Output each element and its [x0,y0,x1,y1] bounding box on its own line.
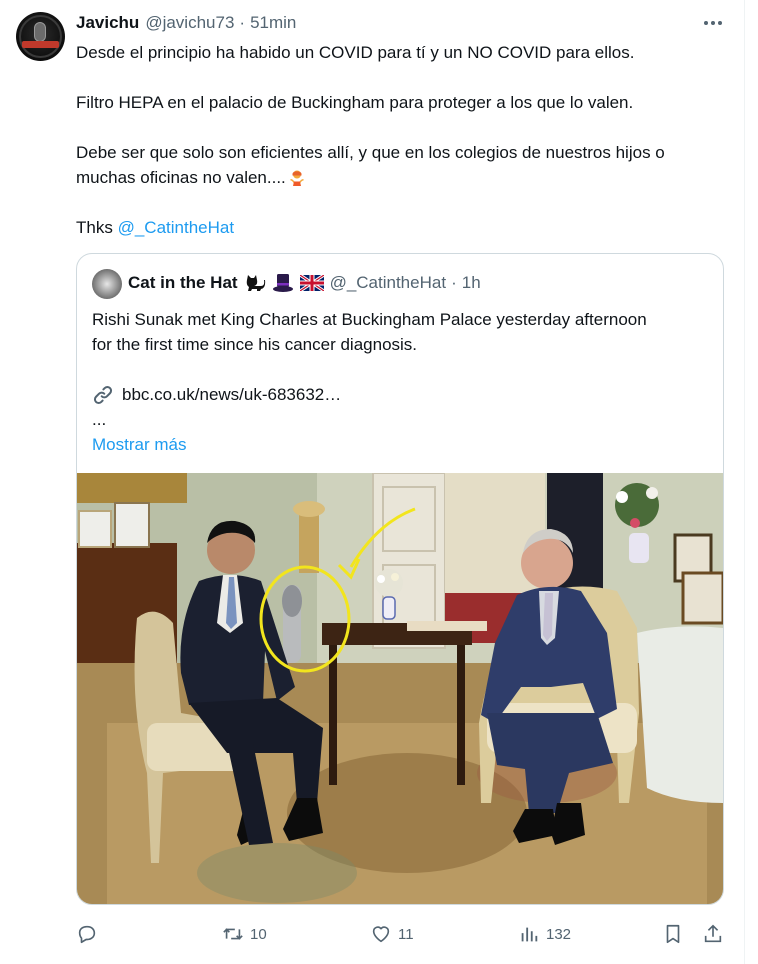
retweet-icon [223,928,243,940]
quote-line: for the first time since his cancer diag… [92,335,418,354]
quoted-tweet[interactable]: Cat in the Hat @_CatintheHat · 1h Rishi … [76,253,724,905]
tweet-header: Javichu @javichu73 · 51min [76,12,296,34]
quote-author-name[interactable]: Cat in the Hat [128,273,238,293]
views-button[interactable]: 132 [518,920,571,948]
timestamp[interactable]: 51min [250,13,296,33]
like-button[interactable]: 11 [370,920,414,948]
mention-link[interactable]: @_CatintheHat [118,218,235,237]
tweet-line: Desde el principio ha habido un COVID pa… [76,43,635,62]
author-name[interactable]: Javichu [76,13,139,33]
share-button[interactable] [702,920,724,948]
tweet-line: Filtro HEPA en el palacio de Buckingham … [76,93,634,112]
tweet[interactable]: Javichu @javichu73 · 51min Desde el prin… [0,0,744,964]
tweet-actions: 10 11 132 [76,920,726,948]
palace-meeting-photo [77,473,723,904]
retweet-count: 10 [250,925,267,943]
tweet-thanks: Thks @_CatintheHat [76,215,726,240]
reply-button[interactable] [76,920,104,948]
separator: · [451,273,457,292]
avatar[interactable] [16,12,65,61]
heart-icon [372,926,390,943]
quote-header: Cat in the Hat @_CatintheHat · 1h [128,271,481,295]
more-options-icon[interactable] [700,13,726,33]
tweet-line: muchas oficinas no valen.... [76,165,726,190]
quote-avatar[interactable] [92,269,122,299]
author-handle[interactable]: @javichu73 [145,13,234,33]
tweet-text: Desde el principio ha habido un COVID pa… [76,40,726,240]
share-icon [704,924,722,943]
link-icon [93,385,113,404]
views-icon [521,927,538,942]
retweet-button[interactable]: 10 [222,920,267,948]
quote-author-handle[interactable]: @_CatintheHat [330,273,447,293]
bookmark-button[interactable] [662,920,684,948]
quote-timestamp[interactable]: 1h [462,273,481,293]
top-hat-icon [272,274,293,292]
link-text[interactable]: bbc.co.uk/news/uk-683632… [122,382,341,407]
quote-text: Rishi Sunak met King Charles at Buckingh… [92,307,712,457]
quote-photo[interactable] [77,473,723,904]
uk-flag-icon [299,275,324,291]
show-more-link[interactable]: Mostrar más [92,432,712,457]
thanks-prefix: Thks [76,218,113,237]
reply-icon [78,925,96,944]
separator: · [239,13,246,32]
views-count: 132 [546,925,572,943]
quote-ellipsis: ... [92,410,107,429]
quote-line: Rishi Sunak met King Charles at Buckingh… [92,310,647,329]
bookmark-icon [666,924,680,944]
like-count: 11 [398,925,414,943]
timeline-divider [744,0,745,964]
quote-link[interactable]: bbc.co.uk/news/uk-683632… [92,382,712,407]
black-cat-icon [246,275,265,291]
woman-shrugging-emoji [290,170,304,186]
tweet-line-text: muchas oficinas no valen.... [76,168,286,187]
tweet-line: Debe ser que solo son eficientes allí, y… [76,143,665,162]
